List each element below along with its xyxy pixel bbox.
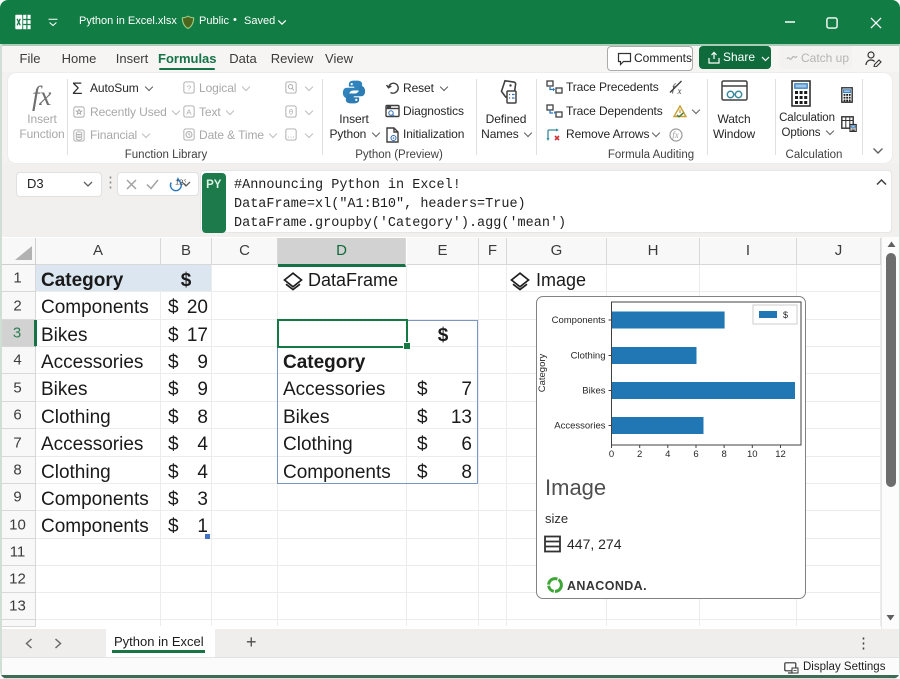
svg-text:x: x <box>677 86 682 95</box>
svg-text:0: 0 <box>609 449 614 460</box>
svg-text:12: 12 <box>775 449 786 460</box>
svg-text:Accessories: Accessories <box>554 421 605 432</box>
svg-text:10: 10 <box>747 449 758 460</box>
svg-text:6: 6 <box>693 449 698 460</box>
svg-text:A: A <box>186 108 192 117</box>
svg-text:fx: fx <box>672 130 679 140</box>
svg-text:θ: θ <box>289 108 293 117</box>
svg-text:8: 8 <box>721 449 726 460</box>
svg-text:Category: Category <box>537 353 548 392</box>
svg-text:2: 2 <box>637 449 642 460</box>
svg-text:4: 4 <box>665 449 670 460</box>
svg-text:f: f <box>672 83 677 94</box>
svg-text:Clothing: Clothing <box>571 351 606 362</box>
svg-text:Components: Components <box>552 315 606 326</box>
svg-text:?: ? <box>187 84 191 93</box>
svg-text:$: $ <box>783 310 788 320</box>
svg-text:Bikes: Bikes <box>582 386 605 397</box>
